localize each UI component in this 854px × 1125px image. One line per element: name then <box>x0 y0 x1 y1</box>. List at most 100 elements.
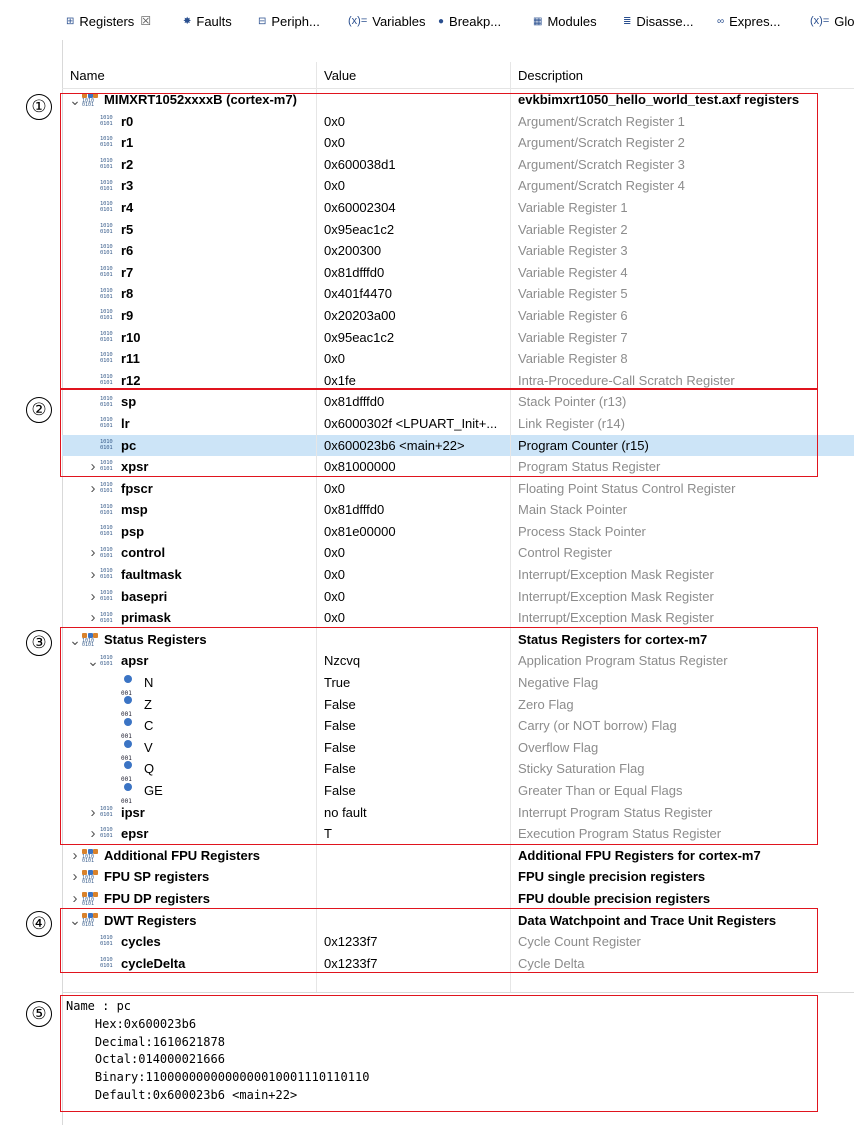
breakpoints-icon: ● <box>438 15 445 27</box>
tab-label: Registers <box>79 13 135 29</box>
register-description: Main Stack Pointer <box>518 502 628 518</box>
expand-closed-icon[interactable]: › <box>86 586 100 608</box>
disassembly-icon: ≣ <box>623 15 632 27</box>
tab-expres[interactable]: ∞ Expres... <box>717 10 780 32</box>
register-name: psp <box>121 523 145 539</box>
register-row[interactable]: › 1010 0101 control 0x0 Control Register <box>62 542 854 564</box>
expand-closed-icon[interactable]: › <box>86 478 100 500</box>
tab-periph[interactable]: ⊟ Periph... <box>258 10 320 32</box>
faults-icon: ✸ <box>183 15 192 27</box>
register-name-cell: › 1010 0101 primask <box>62 607 171 629</box>
register-description: Interrupt/Exception Mask Register <box>518 588 714 604</box>
register-group-row[interactable]: › 1010 0101 FPU SP registers FPU single prec… <box>62 866 854 888</box>
register-group-row[interactable]: › 1010 0101 FPU DP registers FPU double prec… <box>62 888 854 910</box>
register-binary-icon: 1010 0101 <box>100 525 113 538</box>
register-value[interactable]: 0x0 <box>324 564 345 586</box>
register-name-cell: › 1010 0101 basepri <box>62 586 168 608</box>
register-name: msp <box>121 502 148 518</box>
expand-closed-icon[interactable]: › <box>68 845 82 867</box>
register-value[interactable]: 0x81e00000 <box>324 521 396 543</box>
register-name: FPU DP registers <box>104 890 210 906</box>
register-name-cell: 1010 0101 msp <box>62 499 148 521</box>
callout-box-5 <box>60 995 818 1112</box>
register-description: Process Stack Pointer <box>518 523 646 539</box>
callout-number-1: ① <box>26 94 52 120</box>
register-row[interactable]: › 1010 0101 fpscr 0x0 Floating Point Status C… <box>62 478 854 500</box>
register-name: fpscr <box>121 480 153 496</box>
tab-glo[interactable]: (x)= Glo <box>810 10 854 32</box>
tab-label: Expres... <box>729 13 781 29</box>
variables-icon: (x)= <box>348 15 368 27</box>
register-name: faultmask <box>121 567 182 583</box>
register-description: Additional FPU Registers for cortex-m7 <box>518 847 761 863</box>
register-name: control <box>121 545 166 561</box>
register-description: Control Register <box>518 545 612 561</box>
register-description: Interrupt/Exception Mask Register <box>518 567 714 583</box>
register-binary-icon: 1010 0101 <box>100 503 113 516</box>
register-name-cell: › 1010 0101 faultmask <box>62 564 182 586</box>
tab-disasse[interactable]: ≣ Disasse... <box>623 10 693 32</box>
register-name: FPU SP registers <box>104 869 210 885</box>
close-tab-icon[interactable]: ☒ <box>140 14 151 28</box>
register-name: basepri <box>121 588 168 604</box>
modules-icon: ▦ <box>533 15 543 27</box>
tab-label: Periph... <box>271 13 320 29</box>
callout-box-3 <box>60 627 818 845</box>
register-description: FPU single precision registers <box>518 869 706 885</box>
peripherals-icon: ⊟ <box>258 15 267 27</box>
register-name-cell: › 1010 0101 fpscr <box>62 478 153 500</box>
callout-number-2: ② <box>26 397 52 423</box>
detail-pane-divider[interactable] <box>62 992 854 993</box>
callout-box-2 <box>60 389 818 477</box>
view-tab-bar: ⊞ Registers ☒ ✸ Faults ⊟ Periph... (x)= Variable… <box>62 0 854 40</box>
register-row[interactable]: › 1010 0101 primask 0x0 Interrupt/Exception M… <box>62 607 854 629</box>
callout-number-3: ③ <box>26 630 52 656</box>
callout-number-5: ⑤ <box>26 1001 52 1027</box>
register-group-icon: 1010 0101 <box>82 870 98 885</box>
tab-variables[interactable]: (x)= Variables <box>348 10 425 32</box>
tab-modules[interactable]: ▦ Modules <box>533 10 597 32</box>
tab-faults[interactable]: ✸ Faults <box>183 10 232 32</box>
register-row[interactable]: 1010 0101 msp 0x81dfffd0 Main Stack Pointer <box>62 499 854 521</box>
register-name-cell: › 1010 0101 FPU SP registers <box>62 866 210 888</box>
register-name-cell: › 1010 0101 FPU DP registers <box>62 888 210 910</box>
expand-closed-icon[interactable]: › <box>68 866 82 888</box>
register-name: primask <box>121 610 171 626</box>
register-value[interactable]: 0x0 <box>324 478 345 500</box>
register-value[interactable]: 0x81dfffd0 <box>324 499 384 521</box>
register-value[interactable]: 0x0 <box>324 542 345 564</box>
callout-box-4 <box>60 908 818 973</box>
tab-label: Breakp... <box>449 13 502 29</box>
register-row[interactable]: › 1010 0101 faultmask 0x0 Interrupt/Exception… <box>62 564 854 586</box>
expand-closed-icon[interactable]: › <box>86 542 100 564</box>
register-row[interactable]: › 1010 0101 basepri 0x0 Interrupt/Exception M… <box>62 586 854 608</box>
register-name: Additional FPU Registers <box>104 847 261 863</box>
register-group-icon: 1010 0101 <box>82 848 98 863</box>
tab-registers[interactable]: ⊞ Registers ☒ <box>66 10 151 32</box>
register-name-cell: › 1010 0101 Additional FPU Registers <box>62 845 261 867</box>
table-header: Name Value Description <box>62 62 854 89</box>
tab-breakp[interactable]: ● Breakp... <box>438 10 501 32</box>
expand-closed-icon[interactable]: › <box>68 888 82 910</box>
expand-closed-icon[interactable]: › <box>86 564 100 586</box>
register-description: Interrupt/Exception Mask Register <box>518 610 714 626</box>
register-description: FPU double precision registers <box>518 890 711 906</box>
expand-closed-icon[interactable]: › <box>86 607 100 629</box>
tab-label: Faults <box>196 13 232 29</box>
register-description: Floating Point Status Control Register <box>518 480 736 496</box>
tab-label: Glo <box>834 13 854 29</box>
callout-box-1 <box>60 93 818 389</box>
tab-label: Modules <box>547 13 597 29</box>
register-row[interactable]: 1010 0101 psp 0x81e00000 Process Stack Point… <box>62 521 854 543</box>
register-name-cell: › 1010 0101 control <box>62 542 166 564</box>
register-value[interactable]: 0x0 <box>324 586 345 608</box>
registers-icon: ⊞ <box>66 15 75 27</box>
column-header-value[interactable]: Value <box>324 68 356 83</box>
register-value[interactable]: 0x0 <box>324 607 345 629</box>
register-group-row[interactable]: › 1010 0101 Additional FPU Registers Additio… <box>62 845 854 867</box>
tab-label: Variables <box>372 13 426 29</box>
register-binary-icon: 1010 0101 <box>100 589 113 602</box>
column-header-name[interactable]: Name <box>70 68 105 83</box>
register-binary-icon: 1010 0101 <box>100 611 113 624</box>
column-header-description[interactable]: Description <box>518 68 583 83</box>
